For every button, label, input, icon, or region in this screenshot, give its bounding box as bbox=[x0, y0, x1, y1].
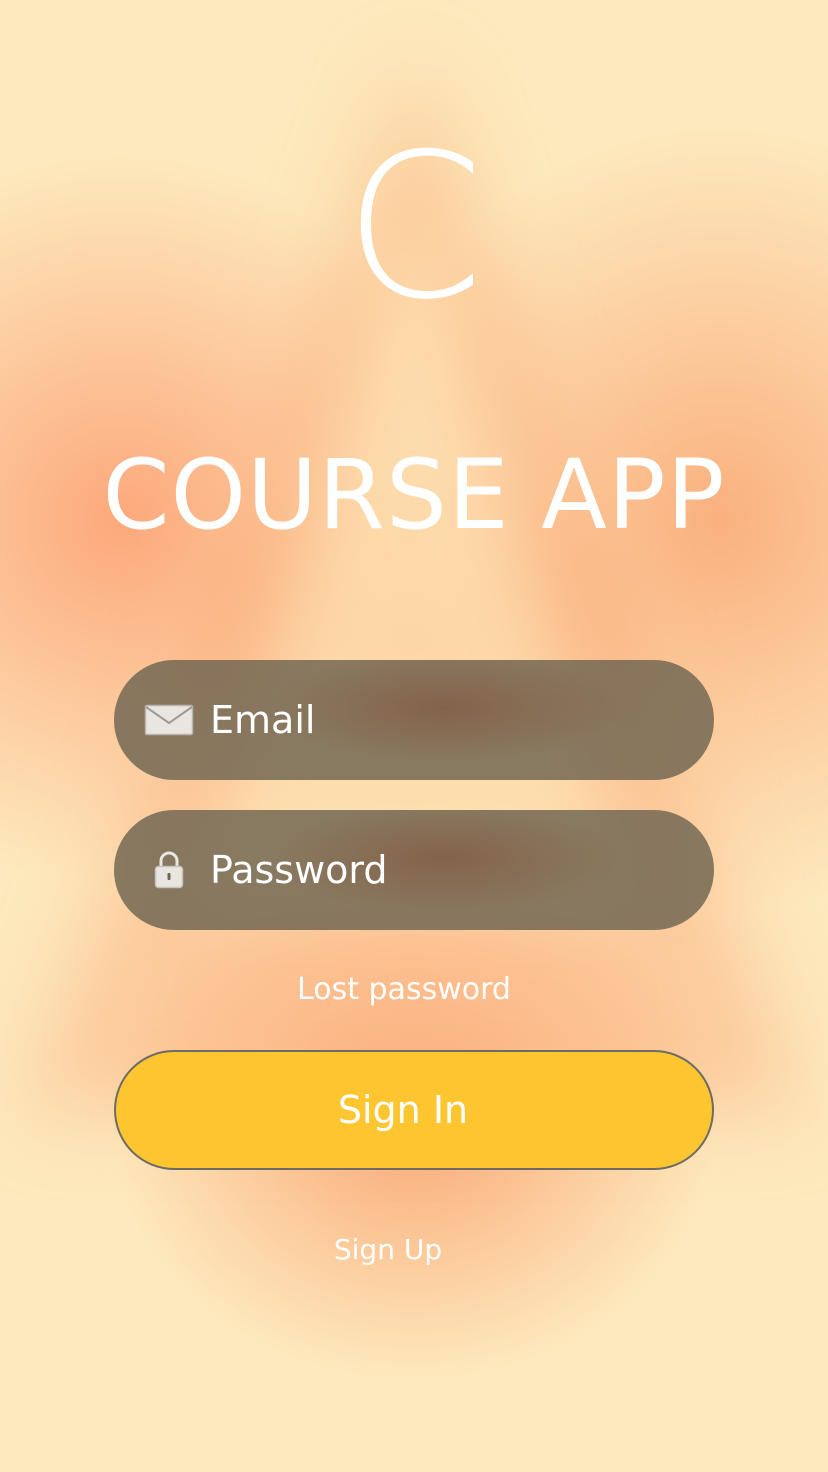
app-logo: C bbox=[344, 111, 484, 344]
password-input[interactable] bbox=[210, 848, 670, 892]
sign-up-link[interactable]: Sign Up bbox=[0, 1232, 776, 1268]
sign-in-button[interactable]: Sign In bbox=[114, 1050, 714, 1170]
mail-icon bbox=[144, 700, 194, 740]
email-field-container[interactable] bbox=[114, 660, 714, 780]
app-title: COURSE APP bbox=[102, 439, 726, 551]
lost-password-link[interactable]: Lost password bbox=[0, 970, 808, 1010]
email-input[interactable] bbox=[210, 698, 670, 742]
password-field-container[interactable] bbox=[114, 810, 714, 930]
lock-icon bbox=[144, 850, 194, 890]
